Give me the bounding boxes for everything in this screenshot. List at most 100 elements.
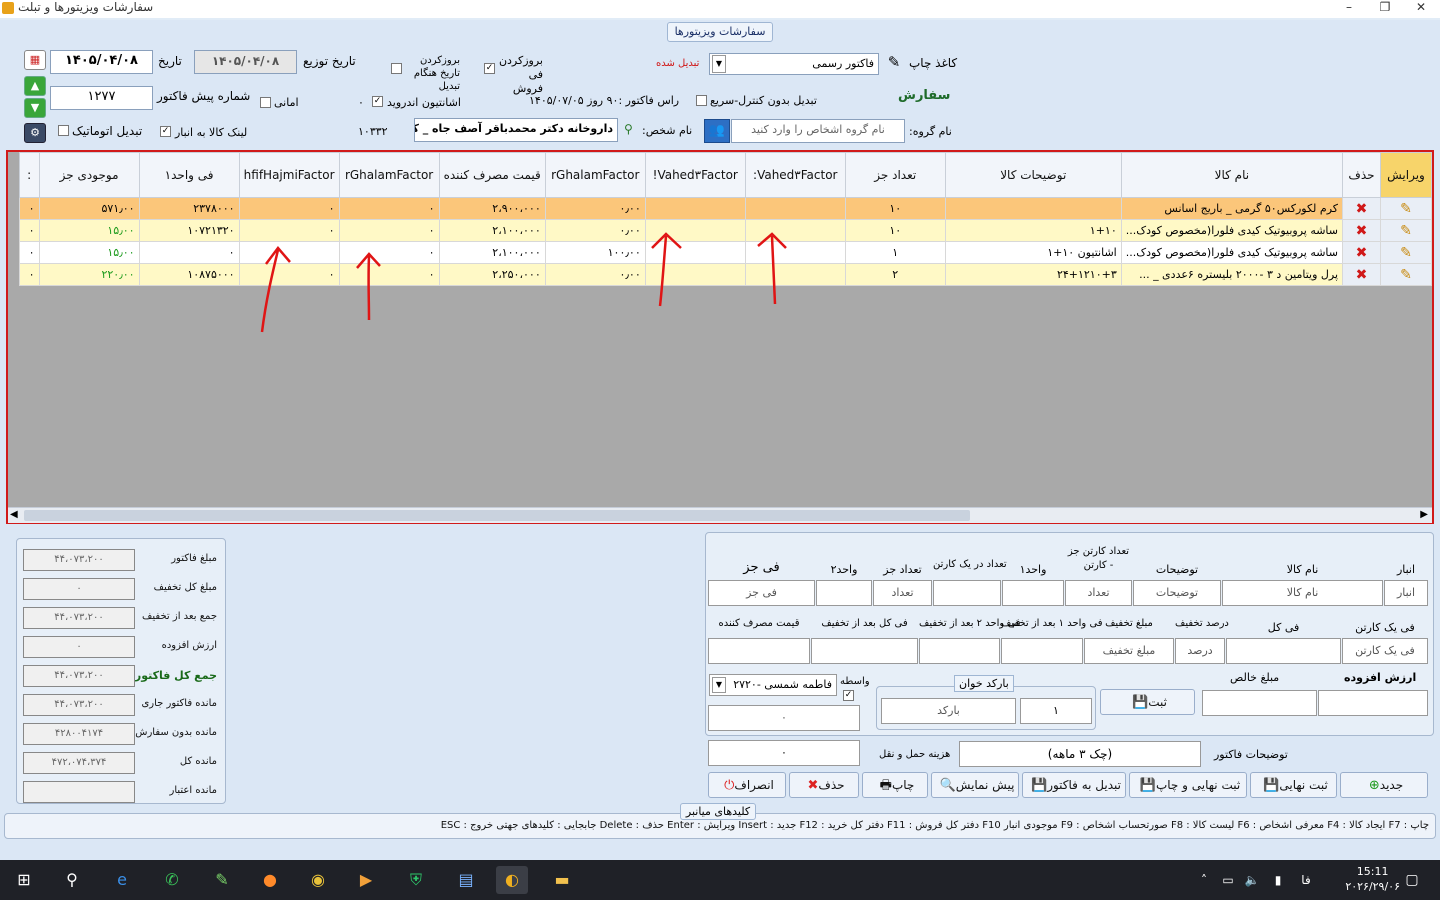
- final-button[interactable]: 💾ثبت نهایی: [1250, 772, 1337, 798]
- edit-pencil-icon[interactable]: ✎: [1400, 267, 1412, 283]
- delete-x-icon[interactable]: ✖: [1356, 201, 1368, 217]
- maximize-button[interactable]: ❐: [1370, 0, 1400, 18]
- shipping-field[interactable]: ۰: [708, 740, 860, 766]
- scrollbar-thumb[interactable]: [24, 510, 970, 521]
- net-field[interactable]: [1202, 690, 1317, 716]
- scroll-right-icon[interactable]: ▶: [1420, 509, 1428, 520]
- delete-button[interactable]: ✖حذف: [789, 772, 859, 798]
- column-header[interactable]: hfifHajmiFactor: [238, 152, 340, 198]
- chrome-icon[interactable]: ◉: [302, 866, 334, 894]
- edit-pencil-icon[interactable]: ✎: [1400, 201, 1412, 217]
- broker-select[interactable]: فاطمه شمسی -۲۷۲۰ ▼: [709, 674, 837, 696]
- edit-pencil-icon[interactable]: ✎: [1400, 245, 1412, 261]
- delete-x-icon[interactable]: ✖: [1356, 245, 1368, 261]
- date-input[interactable]: ۱۴۰۵/۰۴/۰۸: [50, 50, 153, 74]
- column-header[interactable]: قیمت مصرف کننده: [438, 152, 546, 198]
- column-header[interactable]: rGhalamFactor: [338, 152, 440, 198]
- delete-cell[interactable]: ✖: [1342, 263, 1381, 286]
- broker-extra-field[interactable]: ۰: [708, 705, 860, 731]
- dist-date-input[interactable]: ۱۴۰۵/۰۴/۰۸: [194, 50, 297, 74]
- entry-field[interactable]: [1001, 638, 1083, 664]
- search-icon[interactable]: ⚲: [56, 866, 88, 894]
- chart-app-icon[interactable]: ▤: [450, 866, 482, 894]
- edit-cell[interactable]: ✎: [1380, 263, 1432, 286]
- group-users-icon[interactable]: 👥: [704, 119, 730, 143]
- barcode-qty-input[interactable]: ۱: [1020, 698, 1092, 724]
- entry-field[interactable]: تعداد: [1065, 580, 1132, 606]
- delete-cell[interactable]: ✖: [1342, 241, 1381, 264]
- app-tool-icon[interactable]: ✎: [206, 866, 238, 894]
- language-indicator[interactable]: فا: [1290, 866, 1322, 894]
- settings-gear-icon[interactable]: ⚙: [24, 123, 46, 143]
- cancel-button[interactable]: ⏻انصراف: [708, 772, 786, 798]
- taskbar-clock[interactable]: 15:11 ۲۰۲۶/۲۹/۰۶: [1345, 864, 1400, 894]
- entry-field[interactable]: [816, 580, 872, 606]
- entry-field[interactable]: [1002, 580, 1064, 606]
- column-header[interactable]: rGhalamFactor: [544, 152, 646, 198]
- entry-field[interactable]: فی یک کارتن: [1342, 638, 1428, 664]
- media-player-icon[interactable]: ▶: [350, 866, 382, 894]
- column-header[interactable]: حذف: [1342, 152, 1381, 198]
- final-print-button[interactable]: 💾ثبت نهایی و چاپ: [1129, 772, 1247, 798]
- delete-cell[interactable]: ✖: [1342, 219, 1381, 242]
- delete-cell[interactable]: ✖: [1342, 197, 1381, 220]
- android-checkbox[interactable]: ✓: [372, 96, 383, 107]
- calendar-icon[interactable]: ▦: [24, 50, 46, 70]
- down-arrow-icon[interactable]: ▼: [24, 98, 46, 118]
- edge-icon[interactable]: e: [106, 866, 138, 894]
- preview-button[interactable]: 🔍پیش نمایش: [931, 772, 1019, 798]
- edit-pencil-icon[interactable]: ✎: [1400, 223, 1412, 239]
- start-icon[interactable]: ⊞: [8, 866, 40, 894]
- broker-chevron-icon[interactable]: ▼: [712, 677, 726, 693]
- notes-field[interactable]: (چک ۳ ماهه): [959, 741, 1201, 767]
- column-header[interactable]: Vahed۳Factor:: [744, 152, 846, 198]
- shield-icon[interactable]: ⛨: [400, 866, 432, 894]
- entry-save-button[interactable]: 💾ثبت: [1100, 689, 1195, 715]
- table-row[interactable]: ✎ ✖ پرل ویتامین د ۳ -۲۰۰۰ بلیستره ۶عددی _ …: [18, 263, 1432, 286]
- vat-field[interactable]: [1318, 690, 1428, 716]
- convert-button[interactable]: 💾تبدیل به فاکتور: [1022, 772, 1126, 798]
- column-header[interactable]: توضیحات کالا: [944, 152, 1122, 198]
- new-button[interactable]: ⊕جدید: [1340, 772, 1428, 798]
- order-grid[interactable]: ویرایش حذف نام کالا توضیحات کالا تعداد جز Vah…: [6, 150, 1434, 524]
- group-input[interactable]: نام گروه اشخاص را وارد کنید: [731, 119, 905, 143]
- entry-field[interactable]: [919, 638, 1000, 664]
- broker-checkbox[interactable]: ✓: [843, 690, 854, 701]
- column-header[interactable]: فی واحد۱: [138, 152, 240, 198]
- column-header[interactable]: موجودی جز: [38, 152, 140, 198]
- edit-cell[interactable]: ✎: [1380, 241, 1432, 264]
- file-explorer-icon[interactable]: ▬: [546, 866, 578, 894]
- entry-field[interactable]: تعداد: [873, 580, 932, 606]
- column-header[interactable]: تعداد جز: [844, 152, 946, 198]
- column-header[interactable]: ویرایش: [1380, 152, 1432, 198]
- auto-convert-checkbox[interactable]: [58, 125, 69, 136]
- entry-field[interactable]: [811, 638, 918, 664]
- amani-checkbox[interactable]: [260, 97, 271, 108]
- entry-field[interactable]: مبلغ تخفیف: [1084, 638, 1174, 664]
- entry-field[interactable]: [1226, 638, 1341, 664]
- accounting-app-icon[interactable]: ◐: [496, 866, 528, 894]
- link-stock-checkbox[interactable]: ✓: [160, 126, 171, 137]
- up-arrow-icon[interactable]: ▲: [24, 76, 46, 96]
- update-date-checkbox[interactable]: [391, 63, 402, 74]
- horizontal-scrollbar[interactable]: ◀ ▶: [8, 507, 1432, 523]
- minimize-button[interactable]: –: [1334, 0, 1364, 18]
- print-button[interactable]: 🖶چاپ: [862, 772, 928, 798]
- table-row[interactable]: ✎ ✖ ساشه پروبیوتیک کیدی فلورا(مخصوص کودک..…: [18, 219, 1432, 242]
- entry-field[interactable]: فی جز: [708, 580, 815, 606]
- print-paper-select[interactable]: فاکتور رسمی ▼: [709, 53, 879, 75]
- entry-field[interactable]: توضیحات: [1133, 580, 1221, 606]
- firefox-icon[interactable]: ●: [254, 866, 286, 894]
- person-input[interactable]: داروخانه دکتر محمدباقر آصف جاه _ کازرو: [414, 118, 618, 142]
- invoice-number-input[interactable]: ۱۲۷۷: [50, 86, 153, 110]
- column-header[interactable]: نام کالا: [1120, 152, 1344, 198]
- table-row[interactable]: ✎ ✖ ساشه پروبیوتیک کیدی فلورا(مخصوص کودک..…: [18, 241, 1432, 264]
- entry-field[interactable]: درصد: [1175, 638, 1225, 664]
- entry-field[interactable]: انبار: [1384, 580, 1428, 606]
- column-header[interactable]: :: [18, 152, 40, 198]
- notification-icon[interactable]: ▢: [1396, 866, 1428, 894]
- whatsapp-icon[interactable]: ✆: [156, 866, 188, 894]
- delete-x-icon[interactable]: ✖: [1356, 267, 1368, 283]
- close-button[interactable]: ✕: [1406, 0, 1436, 18]
- column-header[interactable]: Vahed۳Factor!: [644, 152, 746, 198]
